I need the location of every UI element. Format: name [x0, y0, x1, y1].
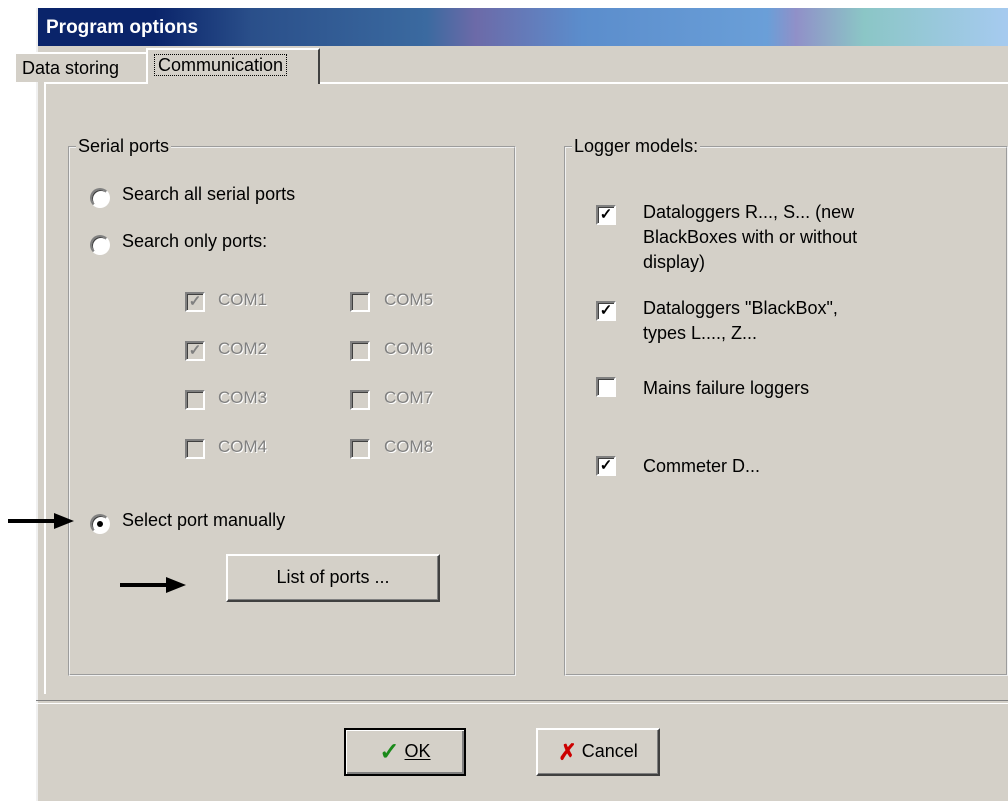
com3-label: COM3: [218, 388, 268, 407]
tab-communication[interactable]: Communication: [146, 48, 320, 84]
logger-commeter-checkbox[interactable]: ✓: [596, 456, 616, 476]
radio-search-all[interactable]: [90, 188, 110, 208]
separator: [36, 700, 1008, 704]
list-of-ports-button[interactable]: List of ports ...: [226, 554, 440, 602]
window-title: Program options: [46, 17, 199, 38]
select-manually-label: Select port manually: [122, 510, 286, 530]
com3-checkbox[interactable]: [185, 390, 205, 410]
tab-communication-label: Communication: [154, 54, 288, 76]
radio-select-manually[interactable]: [90, 514, 110, 534]
com7-label: COM7: [384, 388, 434, 407]
com2-label: COM2: [218, 339, 268, 358]
logger-models-group: Logger models:: [564, 136, 1008, 676]
ok-button[interactable]: ✓ OK: [344, 728, 466, 776]
search-only-label: Search only ports:: [122, 231, 268, 251]
com4-label: COM4: [218, 437, 268, 456]
com5-checkbox[interactable]: [350, 292, 370, 312]
search-all-label: Search all serial ports: [122, 184, 296, 204]
logger-r-s-checkbox[interactable]: ✓: [596, 205, 616, 225]
logger-mains-failure-checkbox[interactable]: [596, 377, 616, 397]
logger-models-legend: Logger models:: [572, 136, 701, 157]
com8-label: COM8: [384, 437, 434, 456]
check-icon: ✓: [379, 738, 400, 766]
com7-checkbox[interactable]: [350, 390, 370, 410]
logger-mains-failure-label: Mains failure loggers: [643, 378, 810, 398]
logger-r-s-line2: BlackBoxes with or without: [643, 227, 858, 247]
com1-checkbox[interactable]: ✓: [185, 292, 205, 312]
list-of-ports-label: List of ports ...: [276, 567, 390, 587]
radio-search-only[interactable]: [90, 235, 110, 255]
logger-r-s-line1: Dataloggers R..., S... (new: [643, 202, 855, 222]
arrow-pointer-icon: [8, 513, 74, 529]
com5-label: COM5: [384, 290, 434, 309]
cross-icon: ✗: [558, 739, 577, 765]
logger-blackbox-checkbox[interactable]: ✓: [596, 301, 616, 321]
cancel-button[interactable]: ✗ Cancel: [536, 728, 660, 776]
com8-checkbox[interactable]: [350, 439, 370, 459]
tab-data-storing-label: Data storing: [22, 58, 120, 78]
logger-r-s-line3: display): [643, 252, 706, 272]
com2-checkbox[interactable]: ✓: [185, 341, 205, 361]
tab-data-storing[interactable]: Data storing: [14, 52, 148, 82]
com4-checkbox[interactable]: [185, 439, 205, 459]
com6-checkbox[interactable]: [350, 341, 370, 361]
logger-blackbox-line1: Dataloggers "BlackBox",: [643, 298, 838, 318]
arrow-pointer-icon: [120, 577, 186, 593]
ok-label: OK: [404, 741, 431, 761]
com1-label: COM1: [218, 290, 268, 309]
title-bar[interactable]: Program options: [38, 8, 1008, 46]
serial-ports-legend: Serial ports: [76, 136, 172, 157]
logger-commeter-label: Commeter D...: [643, 456, 761, 476]
cancel-label: Cancel: [581, 741, 638, 761]
logger-blackbox-line2: types L...., Z...: [643, 323, 758, 343]
com6-label: COM6: [384, 339, 434, 358]
